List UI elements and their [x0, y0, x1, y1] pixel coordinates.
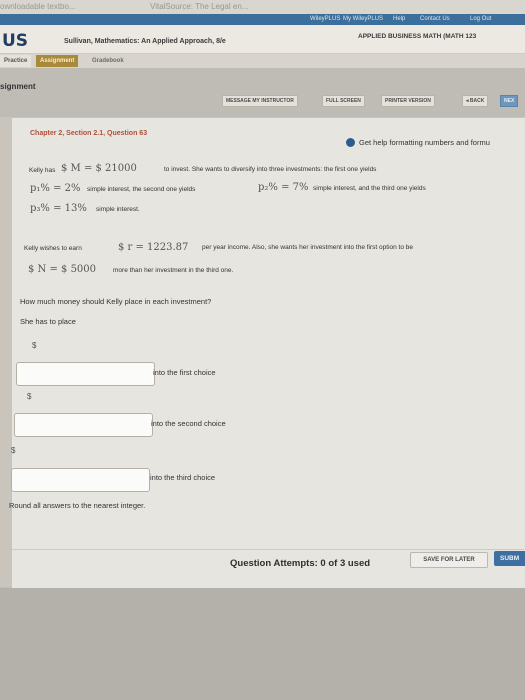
tab-assignment[interactable]: Assignment — [36, 55, 79, 67]
course-code: APPLIED BUSINESS MATH (MATH 123 — [358, 33, 477, 40]
question-text: Kelly has — [29, 167, 56, 174]
question-text: per year income. Also, she wants her inv… — [202, 244, 413, 251]
math-amount: $ M = $ 21000 — [61, 163, 137, 174]
math-rate-1: p₁% = 2% — [30, 183, 81, 194]
main-nav: Practice Assignment Gradebook — [0, 54, 525, 68]
page-background-bottom — [0, 588, 525, 700]
question-text: to invest. She wants to diversify into t… — [164, 166, 377, 173]
printer-version-button[interactable]: PRINTER VERSION — [381, 95, 435, 107]
link-log-out[interactable]: Log Out — [470, 14, 491, 25]
link-my-wileyplus[interactable]: My WileyPLUS — [343, 14, 383, 25]
currency-symbol: $ — [11, 446, 16, 455]
tab-practice[interactable]: Practice — [0, 55, 32, 67]
question-text: more than her investment in the third on… — [113, 267, 234, 274]
answer-label-second: into the second choice — [151, 419, 226, 428]
answer-input-second[interactable] — [14, 413, 153, 437]
answer-input-first[interactable] — [16, 362, 155, 386]
answer-label-third: into the third choice — [150, 473, 216, 482]
link-wileyplus[interactable]: WileyPLUS — [310, 14, 340, 25]
course-header: US Sullivan, Mathematics: An Applied App… — [0, 25, 525, 54]
course-title: Sullivan, Mathematics: An Applied Approa… — [64, 38, 226, 45]
question-text: simple interest, and the third one yield… — [313, 185, 426, 192]
browser-tab-textbook[interactable]: ownloadable textbo... — [0, 0, 76, 14]
back-button[interactable]: ◂ BACK — [462, 95, 489, 107]
question-text: simple interest, the second one yields — [87, 186, 196, 193]
wileyplus-logo: US — [2, 31, 29, 51]
footer-divider — [12, 549, 524, 550]
rounding-note: Round all answers to the nearest integer… — [9, 501, 146, 510]
browser-tab-vitalsource[interactable]: VitalSource: The Legal en... — [150, 0, 248, 14]
math-difference: $ N = $ 5000 — [28, 264, 97, 275]
answer-input-third[interactable] — [11, 468, 150, 492]
answer-label-first: into the first choice — [153, 368, 216, 377]
message-instructor-button[interactable]: MESSAGE MY INSTRUCTOR — [222, 95, 298, 107]
currency-symbol: $ — [27, 392, 32, 401]
save-for-later-button[interactable]: SAVE FOR LATER — [410, 552, 488, 568]
math-rate-2: p₂% = 7% — [258, 182, 309, 193]
left-margin-bar — [0, 117, 11, 587]
site-links-bar: WileyPLUS My WileyPLUS Help Contact Us L… — [0, 14, 525, 25]
help-formatting-link[interactable]: Get help formatting numbers and formu — [359, 138, 490, 147]
question-text: Kelly wishes to earn — [24, 245, 82, 252]
tab-gradebook[interactable]: Gradebook — [88, 55, 128, 67]
next-button[interactable]: NEX — [500, 95, 519, 107]
submit-button[interactable]: SUBM — [494, 551, 525, 566]
question-prompt: How much money should Kelly place in eac… — [20, 297, 212, 306]
full-screen-button[interactable]: FULL SCREEN — [322, 95, 365, 107]
page-title: signment — [0, 82, 36, 91]
help-info-icon[interactable] — [346, 138, 355, 147]
math-income: $ r = 1223.87 — [118, 242, 189, 253]
question-text: simple interest. — [96, 206, 140, 213]
currency-symbol: $ — [32, 341, 37, 350]
math-rate-3: p₃% = 13% — [30, 203, 87, 214]
question-heading: Chapter 2, Section 2.1, Question 63 — [30, 130, 148, 137]
browser-tab-strip: ownloadable textbo... VitalSource: The L… — [0, 0, 525, 14]
attempts-counter: Question Attempts: 0 of 3 used — [230, 558, 371, 569]
link-help[interactable]: Help — [393, 14, 405, 25]
question-prompt-secondary: She has to place — [20, 317, 76, 326]
link-contact-us[interactable]: Contact Us — [420, 14, 450, 25]
